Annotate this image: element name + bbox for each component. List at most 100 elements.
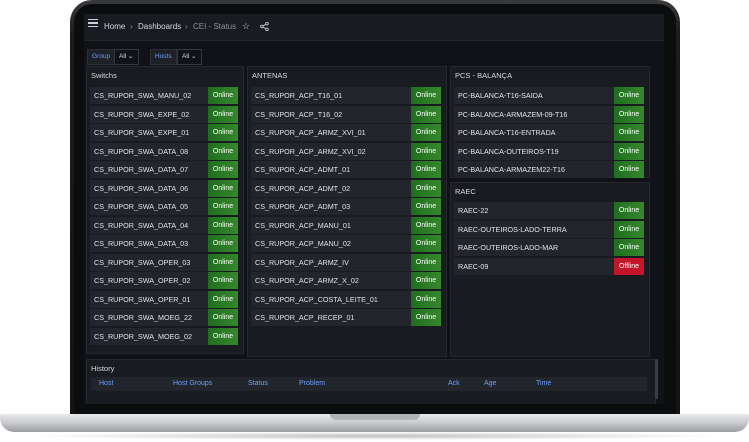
status-row[interactable]: CS_RUPOR_ACP_ARMZ_IV Online	[251, 253, 441, 271]
history-col-host-groups[interactable]: Host Groups	[173, 380, 212, 387]
host-name: CS_RUPOR_ACP_MANU_01	[255, 220, 351, 230]
host-name: RAEC-OUTEIROS-LADO-TERRA	[458, 224, 567, 234]
status-row[interactable]: CS_RUPOR_ACP_ARMZ_XVI_01 Online	[251, 124, 441, 141]
status-badge: Online	[411, 161, 441, 178]
host-name: CS_RUPOR_SWA_OPER_01	[94, 294, 191, 304]
status-row[interactable]: CS_RUPOR_ACP_MANU_01 Online	[251, 216, 441, 234]
status-row[interactable]: CS_RUPOR_ACP_ADMT_03 Online	[251, 198, 441, 215]
breadcrumb-home[interactable]: Home	[104, 22, 125, 31]
status-badge: Online	[614, 161, 644, 178]
menu-icon[interactable]	[88, 19, 98, 27]
host-name: CS_RUPOR_SWA_MANU_02	[94, 91, 192, 100]
status-badge: Offline	[614, 257, 644, 275]
host-name: CS_RUPOR_SWA_OPER_03	[94, 257, 191, 267]
status-badge: Online	[411, 235, 441, 252]
status-badge: Online	[208, 272, 238, 289]
host-name: CS_RUPOR_SWA_MOEG_02	[94, 331, 192, 341]
history-col-age[interactable]: Age	[484, 380, 496, 387]
status-badge: Online	[411, 105, 441, 123]
host-name: PC-BALANCA-OUTEIROS-T19	[458, 146, 559, 156]
status-row[interactable]: CS_RUPOR_SWA_EXPE_01 Online	[90, 124, 238, 141]
host-name: CS_RUPOR_SWA_EXPE_02	[94, 109, 190, 119]
status-row[interactable]: CS_RUPOR_SWA_OPER_02 Online	[90, 272, 238, 289]
status-row[interactable]: PC-BALANCA-T16-ENTRADA Online	[454, 124, 644, 141]
status-badge: Online	[208, 235, 238, 252]
status-row[interactable]: CS_RUPOR_ACP_MANU_02 Online	[251, 235, 441, 252]
breadcrumb-separator: ›	[185, 22, 188, 31]
status-badge: Online	[411, 272, 441, 289]
status-row[interactable]: CS_RUPOR_ACP_ADMT_02 Online	[251, 179, 441, 197]
history-col-host[interactable]: Host	[99, 380, 113, 387]
status-badge: Online	[208, 179, 238, 197]
breadcrumb-current: CEI - Status	[193, 22, 237, 31]
breadcrumb-dashboards[interactable]: Dashboards	[138, 22, 181, 31]
history-col-ack[interactable]: Ack	[448, 380, 460, 387]
status-row[interactable]: CS_RUPOR_ACP_ARMZ_X_02 Online	[251, 272, 441, 289]
status-row[interactable]: CS_RUPOR_ACP_T16_02 Online	[251, 105, 441, 123]
host-name: CS_RUPOR_ACP_ARMZ_X_02	[255, 276, 359, 285]
panel-title: PCS - BALANÇA	[455, 71, 513, 80]
history-panel: History Host Host Groups Status Problem …	[86, 359, 656, 404]
status-row[interactable]: RAEC-22 Online	[454, 202, 644, 219]
host-name: CS_RUPOR_SWA_DATA_07	[94, 165, 189, 174]
host-name: CS_RUPOR_ACP_ADMT_02	[255, 183, 351, 193]
status-row[interactable]: CS_RUPOR_SWA_MANU_02 Online	[90, 87, 238, 104]
status-row[interactable]: CS_RUPOR_SWA_OPER_03 Online	[90, 253, 238, 271]
variable-hosts-select[interactable]: All ⌄	[177, 49, 202, 65]
status-badge: Online	[411, 124, 441, 141]
host-name: CS_RUPOR_ACP_ARMZ_XVI_01	[255, 128, 366, 137]
status-row[interactable]: CS_RUPOR_ACP_RECEP_01 Online	[251, 309, 441, 326]
status-row[interactable]: PC-BALANCA-ARMAZEM-09-T16 Online	[454, 105, 644, 123]
status-row[interactable]: PC-BALANCA-T16-SAIDA Online	[454, 87, 644, 104]
breadcrumb-separator: ›	[130, 22, 133, 31]
status-row[interactable]: CS_RUPOR_SWA_DATA_04 Online	[90, 216, 238, 234]
status-row[interactable]: CS_RUPOR_SWA_OPER_01 Online	[90, 290, 238, 308]
status-badge: Online	[208, 87, 238, 104]
star-icon[interactable]: ☆	[242, 21, 250, 32]
antenas-panel: ANTENAS CS_RUPOR_ACP_T16_01 Online CS_RUPO…	[247, 66, 447, 357]
status-row[interactable]: RAEC-OUTEIROS-LADO-MAR Online	[454, 239, 644, 256]
status-badge: Online	[208, 105, 238, 123]
status-row[interactable]: CS_RUPOR_ACP_COSTA_LEITE_01 Online	[251, 290, 441, 308]
host-name: PC-BALANCA-T16-ENTRADA	[458, 128, 556, 137]
history-col-problem[interactable]: Problem	[299, 380, 325, 387]
panel-title: Switchs	[91, 71, 117, 80]
status-badge: Online	[411, 142, 441, 160]
host-name: CS_RUPOR_SWA_DATA_04	[94, 220, 189, 230]
status-row[interactable]: CS_RUPOR_SWA_DATA_08 Online	[90, 142, 238, 160]
status-row[interactable]: CS_RUPOR_SWA_EXPE_02 Online	[90, 105, 238, 123]
host-name: RAEC-09	[458, 261, 489, 271]
history-col-time[interactable]: Time	[536, 380, 551, 387]
status-row[interactable]: PC-BALANCA-ARMAZEM22-T16 Online	[454, 161, 644, 178]
variable-group-label: Group	[87, 49, 116, 65]
share-icon[interactable]	[260, 22, 269, 31]
history-col-status[interactable]: Status	[248, 380, 268, 387]
status-badge: Online	[614, 239, 644, 256]
status-row[interactable]: CS_RUPOR_ACP_ARMZ_XVI_02 Online	[251, 142, 441, 160]
status-row[interactable]: CS_RUPOR_SWA_MOEG_22 Online	[90, 309, 238, 326]
status-row[interactable]: RAEC-OUTEIROS-LADO-TERRA Online	[454, 220, 644, 238]
host-name: CS_RUPOR_SWA_DATA_03	[94, 239, 189, 248]
switches-panel: Switchs CS_RUPOR_SWA_MANU_02 Online CS_RUP…	[86, 66, 244, 354]
host-name: CS_RUPOR_ACP_COSTA_LEITE_01	[255, 294, 378, 304]
status-badge: Online	[208, 290, 238, 308]
status-row[interactable]: CS_RUPOR_SWA_DATA_06 Online	[90, 179, 238, 197]
status-row[interactable]: CS_RUPOR_SWA_DATA_07 Online	[90, 161, 238, 178]
host-name: CS_RUPOR_ACP_T16_01	[255, 91, 343, 100]
laptop-shadow	[20, 432, 729, 440]
status-row[interactable]: RAEC-09 Offline	[454, 257, 644, 275]
status-row[interactable]: CS_RUPOR_SWA_DATA_03 Online	[90, 235, 238, 252]
status-badge: Online	[411, 87, 441, 104]
panel-title: History	[91, 364, 115, 373]
status-row[interactable]: PC-BALANCA-OUTEIROS-T19 Online	[454, 142, 644, 160]
status-row[interactable]: CS_RUPOR_ACP_ADMT_01 Online	[251, 161, 441, 178]
status-badge: Online	[208, 161, 238, 178]
status-row[interactable]: CS_RUPOR_SWA_MOEG_02 Online	[90, 327, 238, 345]
host-name: CS_RUPOR_SWA_EXPE_01	[94, 128, 190, 137]
status-row[interactable]: CS_RUPOR_SWA_DATA_05 Online	[90, 198, 238, 215]
host-name: PC-BALANCA-ARMAZEM-09-T16	[458, 109, 568, 119]
status-row[interactable]: CS_RUPOR_ACP_T16_01 Online	[251, 87, 441, 104]
page-scrollbar[interactable]	[655, 359, 658, 399]
variable-group-select[interactable]: All ⌄	[114, 49, 139, 65]
screen: Home › Dashboards › CEI - Status ☆ Group…	[84, 14, 664, 404]
